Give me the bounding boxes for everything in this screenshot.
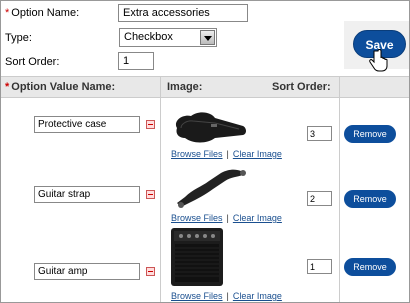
option-name-input[interactable]: [118, 4, 248, 22]
column-header-text: Option Value Name:: [11, 81, 116, 93]
browse-files-link[interactable]: Browse Files: [171, 213, 223, 223]
image-links: Browse Files | Clear Image: [171, 291, 282, 301]
remove-value-icon[interactable]: [146, 120, 155, 129]
clear-image-link[interactable]: Clear Image: [233, 149, 282, 159]
column-divider: [339, 76, 340, 302]
option-value-name-input[interactable]: [34, 186, 140, 203]
hand-cursor-icon: [369, 49, 388, 72]
guitar-case-image: [175, 112, 246, 143]
value-sort-order-input[interactable]: [307, 126, 332, 141]
browse-files-link[interactable]: Browse Files: [171, 149, 223, 159]
sort-order-label: Sort Order:: [5, 56, 60, 68]
remove-value-icon[interactable]: [146, 267, 155, 276]
value-sort-order-input[interactable]: [307, 191, 332, 206]
required-marker: *: [5, 7, 10, 19]
table-header: * Option Value Name: Image: Sort Order:: [1, 76, 409, 98]
option-name-label-text: Option Name:: [11, 7, 80, 19]
value-sort-order-input[interactable]: [307, 259, 332, 274]
remove-value-icon[interactable]: [146, 190, 155, 199]
guitar-amp-image: [171, 228, 223, 286]
clear-image-link[interactable]: Clear Image: [233, 291, 282, 301]
option-name-label: * Option Name:: [5, 7, 79, 19]
option-value-name-input[interactable]: [34, 263, 140, 280]
remove-button[interactable]: Remove: [344, 190, 396, 208]
column-header-image: Image:: [167, 81, 203, 93]
clear-image-link[interactable]: Clear Image: [233, 213, 282, 223]
type-select[interactable]: Checkbox: [119, 28, 217, 47]
option-editor: *Option Name: Type: Checkbox Sort Order:…: [0, 0, 410, 303]
remove-button[interactable]: Remove: [344, 125, 396, 143]
column-header-sort-order: Sort Order:: [272, 81, 331, 93]
browse-files-link[interactable]: Browse Files: [171, 291, 223, 301]
guitar-strap-image: [177, 169, 246, 208]
sort-order-input[interactable]: [118, 52, 154, 70]
type-label: Type:: [5, 32, 32, 44]
option-value-name-input[interactable]: [34, 116, 140, 133]
remove-button[interactable]: Remove: [344, 258, 396, 276]
image-links: Browse Files | Clear Image: [171, 213, 282, 223]
chevron-down-icon[interactable]: [200, 30, 215, 45]
required-marker: *: [5, 81, 10, 93]
link-separator: |: [226, 213, 229, 223]
image-links: Browse Files | Clear Image: [171, 149, 282, 159]
column-header-option-value-name: * Option Value Name:: [5, 81, 115, 93]
type-select-value: Checkbox: [124, 31, 173, 43]
link-separator: |: [226, 149, 229, 159]
column-divider: [160, 76, 161, 302]
link-separator: |: [226, 291, 229, 301]
